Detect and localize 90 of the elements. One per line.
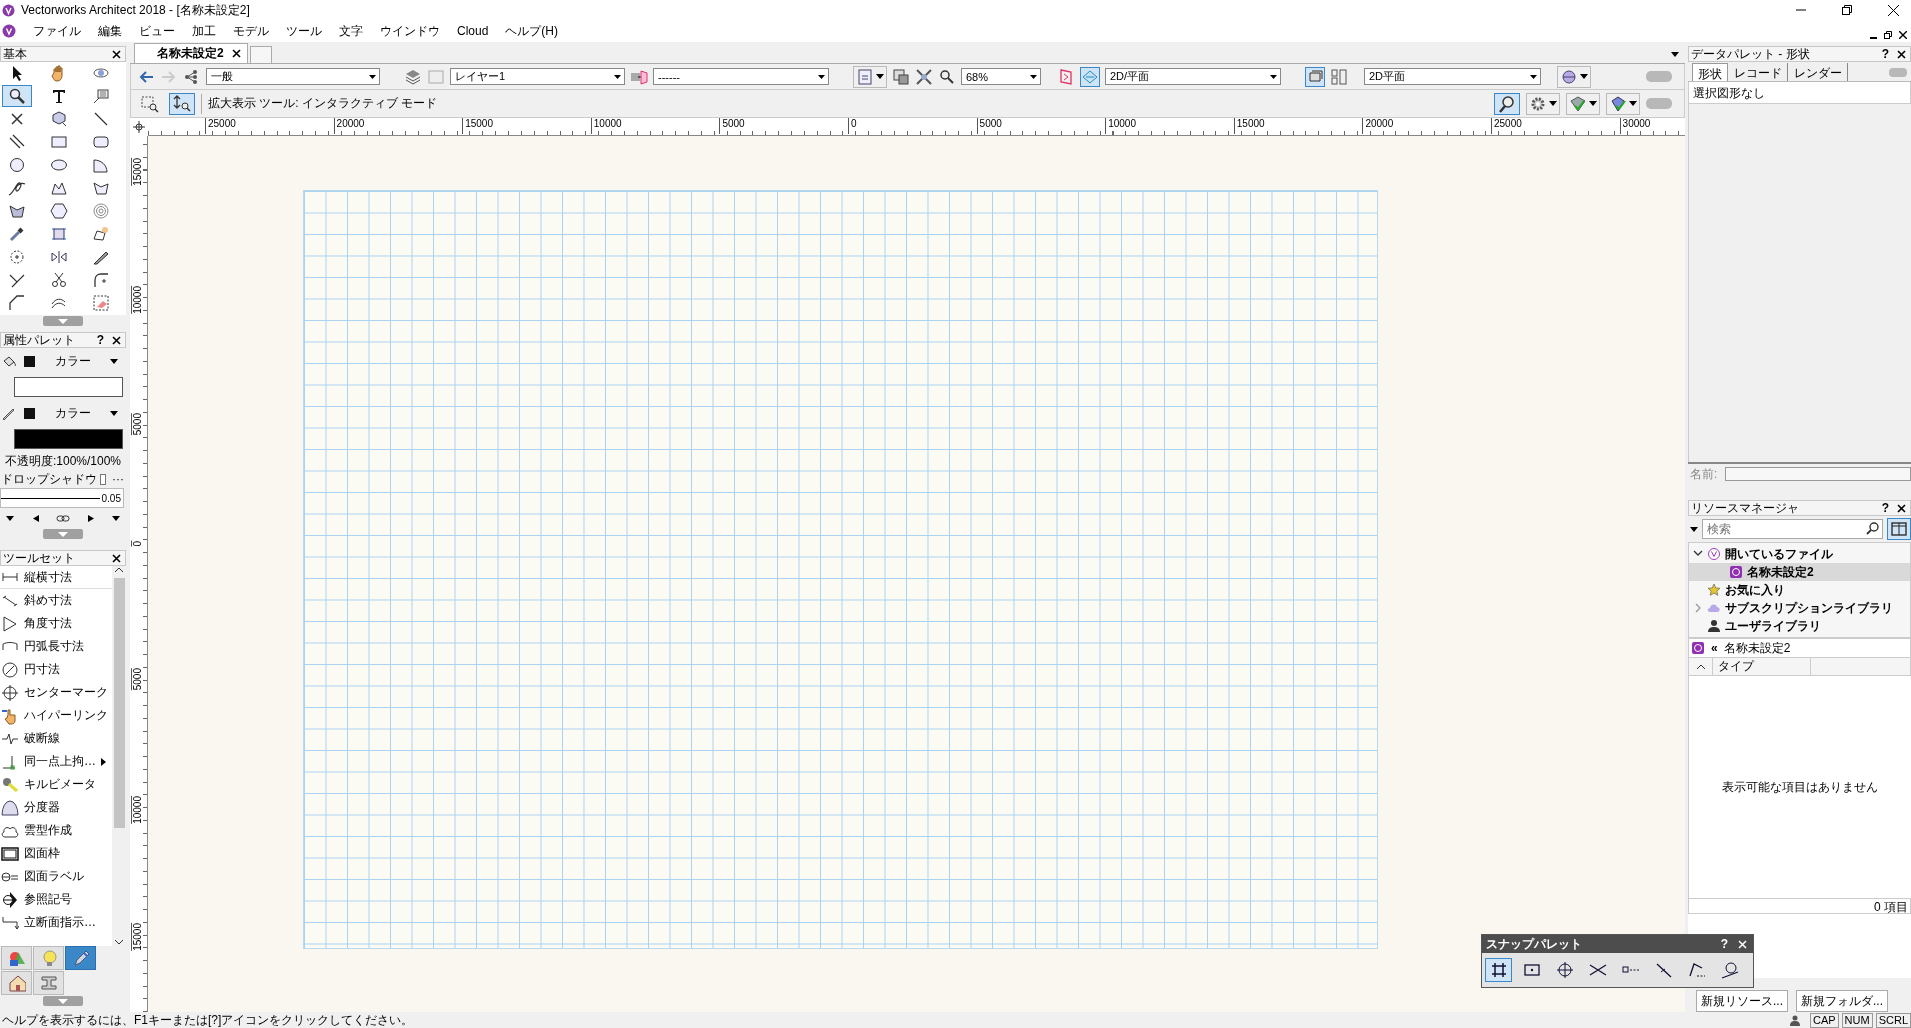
palette-title: スナップパレット bbox=[1486, 935, 1582, 953]
ruler-label: 5000 bbox=[719, 118, 745, 134]
empty-message: 表示可能な項目はありません bbox=[1722, 778, 1878, 796]
back-button[interactable]: « bbox=[1711, 641, 1718, 655]
help-button[interactable]: ? bbox=[1881, 47, 1889, 61]
selection-status: 選択図形なし bbox=[1688, 82, 1911, 104]
menu-item[interactable]: モデル bbox=[233, 22, 269, 40]
palette-title: 基本 bbox=[3, 45, 27, 63]
tool-item[interactable]: キルビメータ bbox=[0, 773, 112, 796]
tool-item[interactable]: 円寸法 bbox=[0, 658, 112, 681]
tool-item[interactable]: 斜め寸法 bbox=[0, 589, 112, 612]
tree-item[interactable]: お気に入り bbox=[1689, 581, 1910, 599]
window-title: Vectorworks Architect 2018 - [名称未設定2] bbox=[21, 1, 250, 19]
tool-item[interactable]: 参照記号 bbox=[0, 888, 112, 911]
menu-item[interactable]: 加工 bbox=[192, 22, 216, 40]
layer-dropdown[interactable]: レイヤー1 bbox=[450, 68, 625, 85]
view-dropdown[interactable]: 2D/平面 bbox=[1105, 68, 1281, 85]
ruler-label: 15000 bbox=[131, 158, 143, 186]
menu-item[interactable]: ビュー bbox=[139, 22, 175, 40]
tool-item[interactable]: 円弧長寸法 bbox=[0, 635, 112, 658]
ruler-label: 30000 bbox=[1619, 118, 1651, 134]
document-tab[interactable]: 名称未設定2 bbox=[134, 43, 248, 63]
help-button[interactable]: ? bbox=[96, 333, 104, 347]
palette-tab[interactable]: レンダー bbox=[1789, 63, 1848, 81]
palette-tab[interactable]: レコード bbox=[1729, 63, 1788, 81]
ruler-label: 5000 bbox=[131, 413, 143, 436]
breadcrumb: 名称未設定2 bbox=[1723, 639, 1791, 657]
ruler-label: 15000 bbox=[131, 923, 143, 951]
more-button[interactable]: ··· bbox=[112, 472, 126, 486]
tool-item[interactable]: センターマーク bbox=[0, 681, 112, 704]
ruler-label: 0 bbox=[131, 540, 143, 547]
ruler-label: 10000 bbox=[131, 795, 143, 824]
help-button[interactable]: ? bbox=[1881, 501, 1889, 515]
palette-title: ツールセット bbox=[3, 549, 75, 567]
ruler-label: 5000 bbox=[131, 668, 143, 691]
tool-item[interactable]: 立断面指示… bbox=[0, 911, 112, 934]
menu-item[interactable]: ヘルプ(H) bbox=[505, 22, 559, 40]
tool-item[interactable]: 分度器 bbox=[0, 796, 112, 819]
help-button[interactable]: ? bbox=[1720, 937, 1728, 951]
opacity-label: 不透明度:100%/100% bbox=[3, 453, 123, 470]
tool-item[interactable]: 図面ラベル bbox=[0, 865, 112, 888]
resource-button[interactable]: 新規フォルダ... bbox=[1796, 990, 1889, 1012]
tree-item[interactable]: 開いているファイル bbox=[1689, 545, 1910, 563]
render-mode-dropdown[interactable]: 2D平面 bbox=[1364, 68, 1541, 85]
ruler-label: 15000 bbox=[462, 118, 493, 134]
tool-item[interactable]: ハイパーリンク bbox=[0, 704, 112, 727]
name-label: 名前: bbox=[1690, 465, 1718, 483]
pen-style-label[interactable]: カラー bbox=[43, 404, 102, 422]
tree-item[interactable]: サブスクリプションライブラリ bbox=[1689, 599, 1910, 617]
ruler-label: 5000 bbox=[976, 118, 1002, 134]
status-indicator: CAP bbox=[1809, 1012, 1839, 1028]
drop-shadow-label: ドロップシャドウ bbox=[1, 470, 97, 488]
ruler-label: 20000 bbox=[333, 118, 365, 134]
search-field[interactable]: 検索 bbox=[1702, 519, 1883, 539]
menu-item[interactable]: ウインドウ bbox=[380, 22, 440, 40]
menu-item[interactable]: 文字 bbox=[339, 22, 363, 40]
fill-style-label[interactable]: カラー bbox=[43, 352, 102, 370]
menu-item[interactable]: ファイル bbox=[33, 22, 81, 40]
status-indicator: NUM bbox=[1841, 1012, 1873, 1028]
class-dropdown[interactable]: 一般 bbox=[206, 68, 380, 85]
status-indicator: SCRL bbox=[1875, 1012, 1911, 1028]
ruler-label: 25000 bbox=[1491, 118, 1522, 134]
ruler-label: 10000 bbox=[131, 285, 143, 314]
mode-hint: 拡大表示 ツール: インタラクティブ モード bbox=[208, 95, 438, 112]
tool-item[interactable]: 角度寸法 bbox=[0, 612, 112, 635]
menu-item[interactable]: 編集 bbox=[98, 22, 122, 40]
palette-title: データパレット - 形状 bbox=[1691, 45, 1810, 63]
item-count: 0 項目 bbox=[1688, 898, 1911, 914]
palette-title: 属性パレット bbox=[3, 331, 75, 349]
ruler-label: 25000 bbox=[205, 118, 236, 134]
zoom-dropdown[interactable]: 68% bbox=[961, 68, 1041, 85]
tool-item[interactable]: 図面枠 bbox=[0, 842, 112, 865]
tool-item[interactable]: 同一点上拘… bbox=[0, 750, 112, 773]
tree-item[interactable]: 名称未設定2 bbox=[1689, 563, 1910, 581]
line-weight-field[interactable]: 0.05 bbox=[0, 488, 124, 508]
tree-item[interactable]: ユーザライブラリ bbox=[1689, 617, 1910, 635]
ruler-label: 10000 bbox=[590, 118, 622, 134]
sheet-dropdown[interactable]: ------ bbox=[653, 68, 829, 85]
status-message: ヘルプを表示するには、F1キーまたは[?]アイコンをクリックしてください。 bbox=[2, 1011, 414, 1028]
menu-item[interactable]: ツール bbox=[286, 22, 322, 40]
palette-tab[interactable]: 形状 bbox=[1692, 63, 1728, 81]
tool-item[interactable]: 破断線 bbox=[0, 727, 112, 750]
menu-item[interactable]: Cloud bbox=[457, 24, 489, 38]
ruler-label: 0 bbox=[848, 118, 857, 134]
ruler-label: 20000 bbox=[1362, 118, 1394, 134]
tool-item[interactable]: 雲型作成 bbox=[0, 819, 112, 842]
palette-title: リソースマネージャ bbox=[1691, 499, 1799, 517]
resource-button[interactable]: 新規リソース... bbox=[1696, 990, 1788, 1012]
ruler-label: 10000 bbox=[1105, 118, 1136, 134]
ruler-label: 15000 bbox=[1233, 118, 1265, 134]
